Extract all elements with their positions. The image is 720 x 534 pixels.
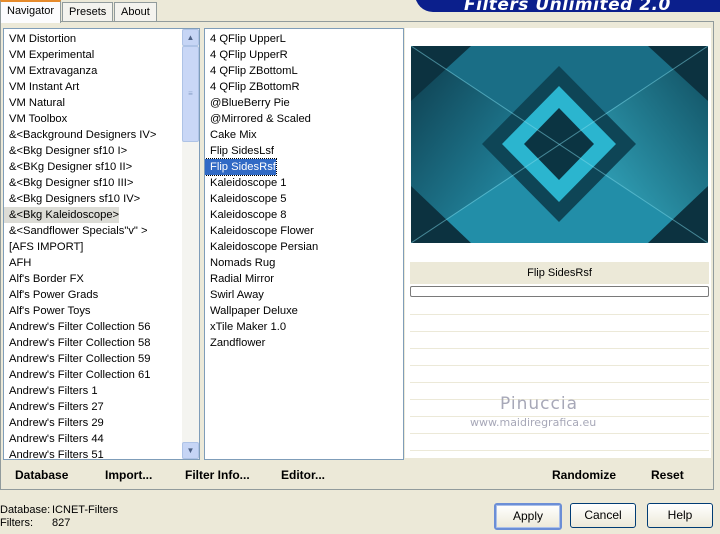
import-link[interactable]: Import... xyxy=(105,468,152,482)
tab-presets[interactable]: Presets xyxy=(62,2,114,21)
filter-item[interactable]: Flip SidesLsf xyxy=(205,143,274,159)
category-item[interactable]: &<Sandflower Specials"v" > xyxy=(4,223,148,239)
filter-item[interactable]: 4 QFlip ZBottomR xyxy=(205,79,300,95)
category-item[interactable]: [AFS IMPORT] xyxy=(4,239,83,255)
filter-item[interactable]: Kaleidoscope 8 xyxy=(205,207,287,223)
category-item[interactable]: &<Bkg Designer sf10 III> xyxy=(4,175,133,191)
filter-item[interactable]: Swirl Away xyxy=(205,287,264,303)
filters-count: 827 xyxy=(52,517,71,529)
category-item[interactable]: &<Bkg Kaleidoscope> xyxy=(4,207,120,223)
database-label: Database: xyxy=(0,504,51,516)
category-scrollbar[interactable]: ▲ ≡ ▼ xyxy=(182,29,199,459)
category-item[interactable]: VM Distortion xyxy=(4,31,76,47)
database-link[interactable]: Database xyxy=(15,468,68,482)
filter-item[interactable]: Wallpaper Deluxe xyxy=(205,303,298,319)
help-button[interactable]: Help xyxy=(647,503,713,528)
category-item[interactable]: Andrew's Filter Collection 59 xyxy=(4,351,150,367)
preview-image xyxy=(411,46,708,243)
watermark-url: www.maidiregrafica.eu xyxy=(470,416,597,429)
filter-item[interactable]: Radial Mirror xyxy=(205,271,274,287)
category-item[interactable]: &<Bkg Designers sf10 IV> xyxy=(4,191,140,207)
tab-navigator[interactable]: Navigator xyxy=(0,0,62,23)
category-item[interactable]: &<Background Designers IV> xyxy=(4,127,156,143)
category-item[interactable]: Andrew's Filter Collection 61 xyxy=(4,367,150,383)
category-item[interactable]: VM Experimental xyxy=(4,47,94,63)
filter-item[interactable]: 4 QFlip UpperR xyxy=(205,47,288,63)
editor-link[interactable]: Editor... xyxy=(281,468,325,482)
filter-item[interactable]: Kaleidoscope 5 xyxy=(205,191,287,207)
category-item[interactable]: Andrew's Filter Collection 56 xyxy=(4,319,150,335)
filter-item[interactable]: Kaleidoscope 1 xyxy=(205,175,287,191)
filter-item[interactable]: Kaleidoscope Flower xyxy=(205,223,314,239)
scroll-thumb[interactable]: ≡ xyxy=(182,46,199,142)
category-item[interactable]: Alf's Power Toys xyxy=(4,303,91,319)
category-item[interactable]: Andrew's Filters 44 xyxy=(4,431,104,447)
category-item[interactable]: Alf's Power Grads xyxy=(4,287,98,303)
tab-bar: Filters Unlimited 2.0 Navigator Presets … xyxy=(0,0,720,23)
category-item[interactable]: VM Instant Art xyxy=(4,79,79,95)
banner-title: Filters Unlimited 2.0 xyxy=(464,0,671,15)
category-item[interactable]: Andrew's Filters 51 xyxy=(4,447,104,459)
filter-item[interactable]: Zandflower xyxy=(205,335,265,351)
randomize-button[interactable]: Randomize xyxy=(552,468,616,482)
database-value: ICNET-Filters xyxy=(52,504,118,516)
apply-button[interactable]: Apply xyxy=(494,503,562,530)
reset-button[interactable]: Reset xyxy=(651,468,684,482)
scroll-down-button[interactable]: ▼ xyxy=(182,442,199,459)
category-item[interactable]: Andrew's Filters 29 xyxy=(4,415,104,431)
navigator-panel: VM Distortion VM Experimental VM Extravaga… xyxy=(0,21,714,490)
control-row xyxy=(410,298,709,315)
filter-item[interactable]: xTile Maker 1.0 xyxy=(205,319,286,335)
control-row xyxy=(410,366,709,383)
control-row xyxy=(410,332,709,349)
filter-item[interactable]: @Mirrored & Scaled xyxy=(205,111,311,127)
filter-item[interactable]: @BlueBerry Pie xyxy=(205,95,290,111)
category-item[interactable]: VM Toolbox xyxy=(4,111,67,127)
category-item[interactable]: VM Natural xyxy=(4,95,65,111)
control-row xyxy=(410,349,709,366)
filter-item[interactable]: Cake Mix xyxy=(205,127,257,143)
tab-about[interactable]: About xyxy=(114,2,157,21)
category-item[interactable]: Alf's Border FX xyxy=(4,271,84,287)
filters-label: Filters: xyxy=(0,517,33,529)
cancel-button[interactable]: Cancel xyxy=(570,503,636,528)
category-item[interactable]: Andrew's Filter Collection 58 xyxy=(4,335,150,351)
filter-item[interactable]: Nomads Rug xyxy=(205,255,275,271)
bottom-toolbar: Database Import... Filter Info... Editor… xyxy=(1,460,713,488)
category-item[interactable]: &<BKg Designer sf10 II> xyxy=(4,159,132,175)
status-database: Database: xyxy=(0,504,50,516)
watermark-name: Pinuccia xyxy=(500,394,578,414)
progress-bar xyxy=(410,286,709,297)
filter-list[interactable]: 4 QFlip UpperL 4 QFlip UpperR 4 QFlip ZBot… xyxy=(204,28,404,460)
category-item[interactable]: Andrew's Filters 1 xyxy=(4,383,98,399)
filter-item[interactable]: Flip SidesRsf xyxy=(205,158,277,176)
preview-filter-name: Flip SidesRsf xyxy=(410,262,709,284)
filter-item[interactable]: 4 QFlip UpperL xyxy=(205,31,286,47)
category-item[interactable]: AFH xyxy=(4,255,31,271)
category-item[interactable]: VM Extravaganza xyxy=(4,63,97,79)
category-item[interactable]: &<Bkg Designer sf10 I> xyxy=(4,143,127,159)
category-item[interactable]: Andrew's Filters 27 xyxy=(4,399,104,415)
filter-info-link[interactable]: Filter Info... xyxy=(185,468,250,482)
control-row xyxy=(410,315,709,332)
filter-item[interactable]: 4 QFlip ZBottomL xyxy=(205,63,298,79)
preview-panel: Flip SidesRsf Pinuccia www.maidiregrafic… xyxy=(405,28,711,458)
category-list[interactable]: VM Distortion VM Experimental VM Extravaga… xyxy=(3,28,200,460)
control-row xyxy=(410,434,709,451)
scroll-up-button[interactable]: ▲ xyxy=(182,29,199,46)
filter-item[interactable]: Kaleidoscope Persian xyxy=(205,239,318,255)
